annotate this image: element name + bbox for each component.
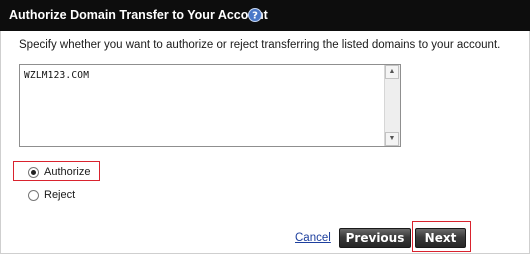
authorize-option[interactable]: Authorize (28, 166, 90, 178)
domains-textarea-value: WZLM123.COM (24, 70, 90, 81)
reject-label: Reject (44, 189, 76, 201)
cancel-link[interactable]: Cancel (295, 232, 331, 244)
radio-selected-dot (31, 169, 36, 175)
domains-textarea[interactable]: WZLM123.COM ▲ ▼ (19, 64, 401, 147)
next-button[interactable]: Next (415, 228, 466, 248)
scroll-up-arrow-icon[interactable]: ▲ (385, 65, 399, 79)
reject-radio[interactable] (28, 189, 39, 201)
authorize-label: Authorize (44, 166, 91, 178)
authorize-radio[interactable] (28, 166, 39, 178)
dialog-title-bar: Authorize Domain Transfer to Your Accoun… (0, 0, 530, 31)
svg-text:?: ? (252, 11, 258, 22)
previous-button[interactable]: Previous (339, 228, 411, 248)
textarea-scrollbar[interactable]: ▲ ▼ (384, 65, 400, 146)
help-icon[interactable]: ? (248, 8, 262, 22)
instructions-text: Specify whether you want to authorize or… (19, 39, 501, 51)
dialog-title: Authorize Domain Transfer to Your Accoun… (9, 8, 268, 22)
scroll-down-arrow-icon[interactable]: ▼ (385, 132, 399, 146)
reject-option[interactable]: Reject (28, 189, 75, 201)
